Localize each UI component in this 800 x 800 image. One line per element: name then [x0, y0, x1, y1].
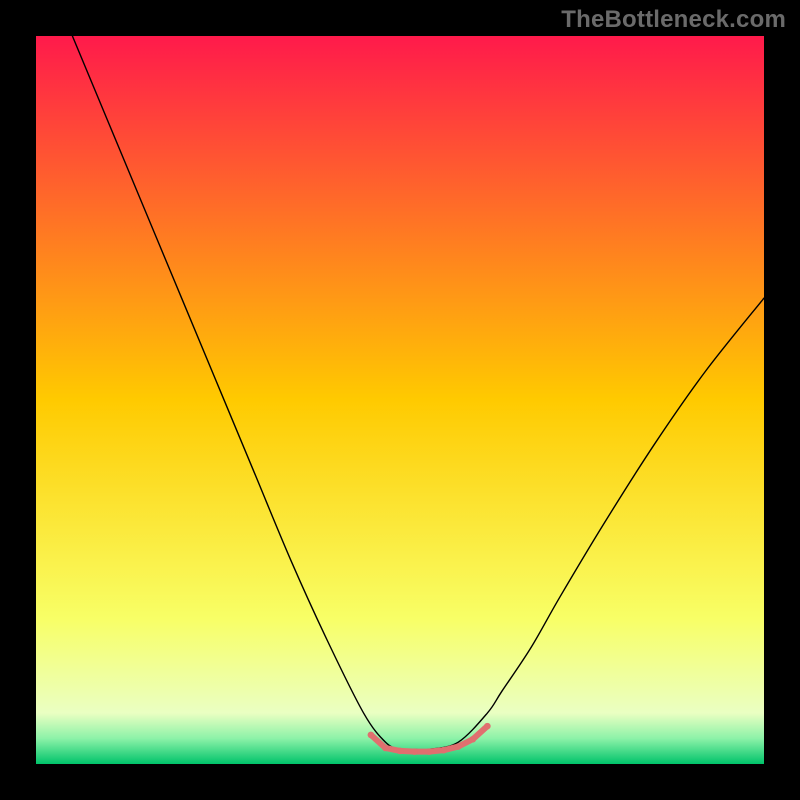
valley-highlight-dot	[368, 732, 375, 739]
valley-highlight-dot	[426, 748, 433, 755]
valley-highlight-dot	[397, 748, 404, 755]
valley-highlight-dot	[411, 748, 418, 755]
valley-highlight-dot	[484, 723, 491, 730]
valley-highlight-dot	[470, 736, 477, 743]
chart-plot-area	[36, 36, 764, 764]
valley-highlight-dot	[440, 747, 447, 754]
valley-highlight-dot	[455, 743, 462, 750]
chart-frame: TheBottleneck.com	[0, 0, 800, 800]
chart-background	[36, 36, 764, 764]
watermark-text: TheBottleneck.com	[561, 6, 786, 34]
chart-svg	[36, 36, 764, 764]
valley-highlight-dot	[382, 745, 389, 752]
